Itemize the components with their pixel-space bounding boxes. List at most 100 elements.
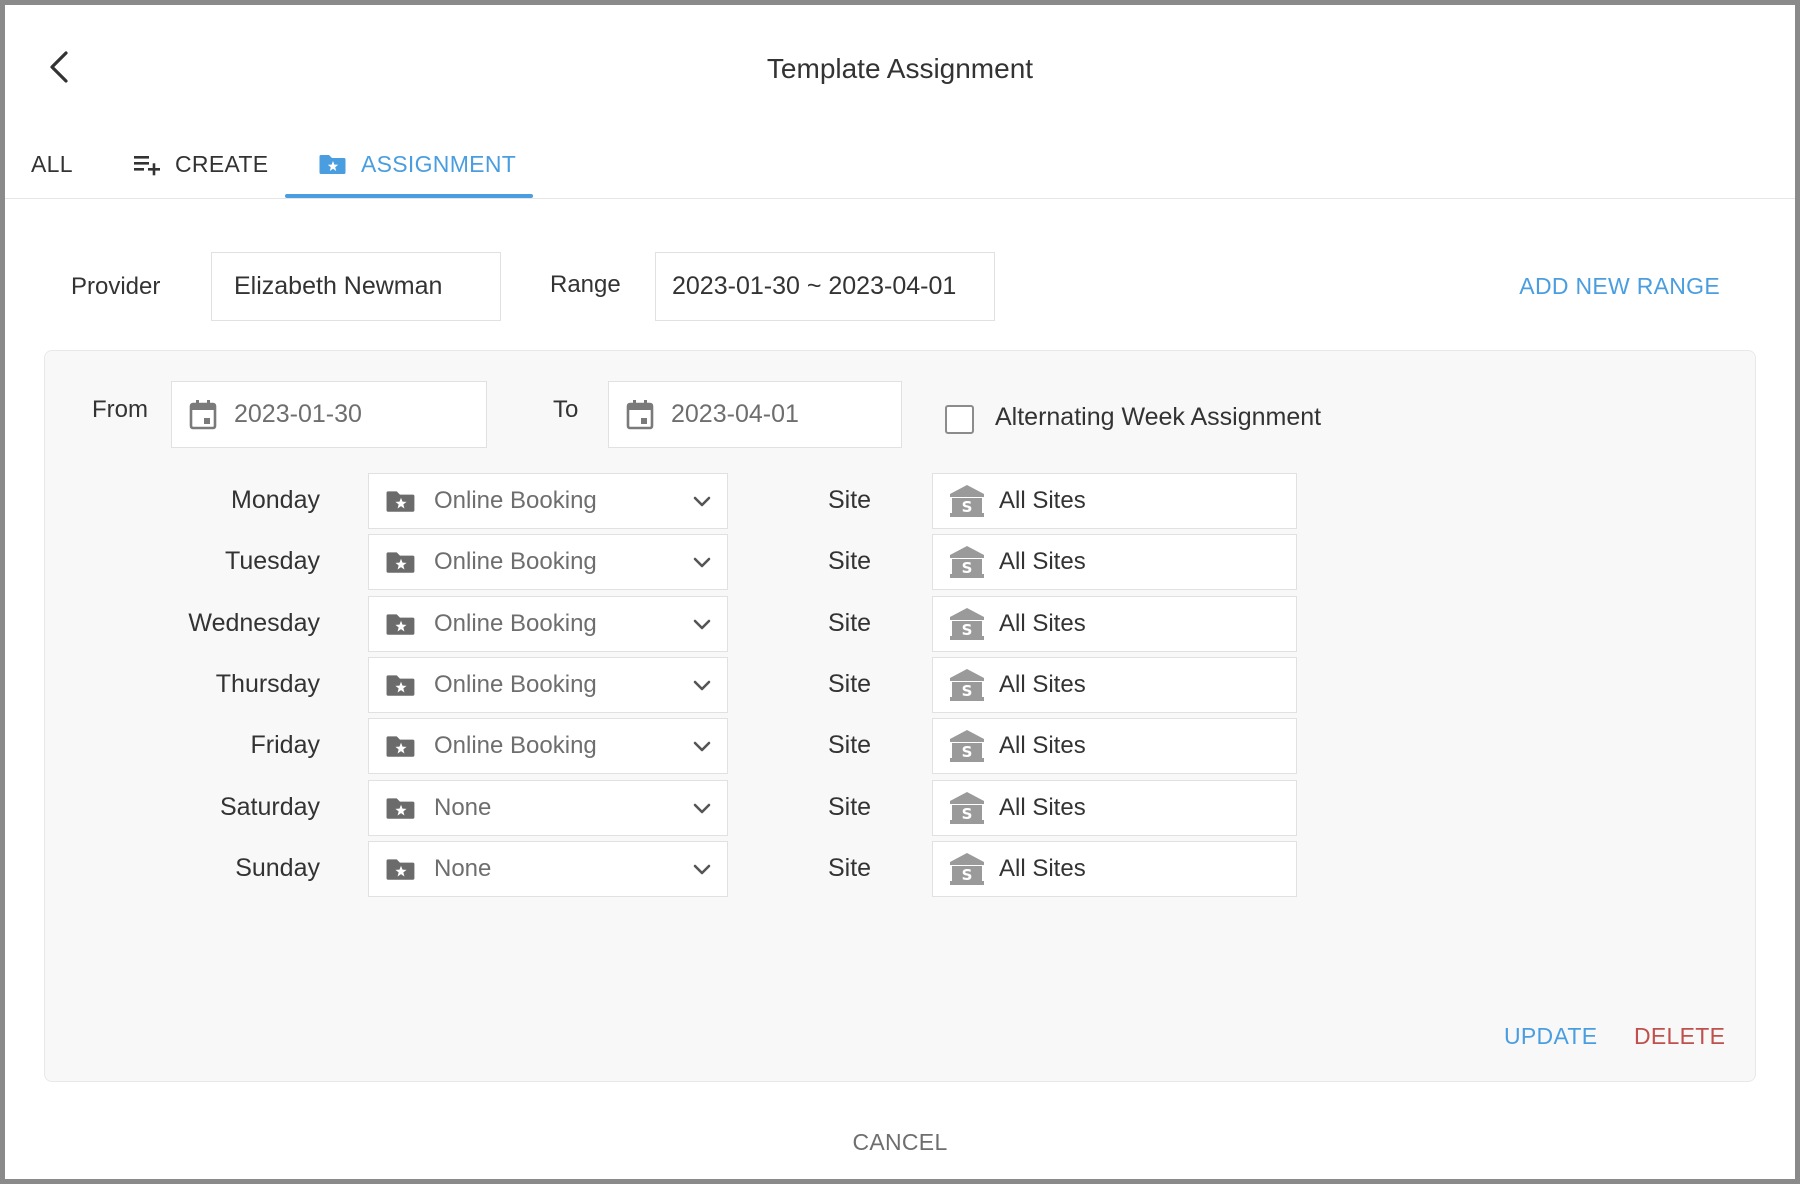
calendar-icon bbox=[626, 400, 654, 430]
day-label: Thursday bbox=[215, 669, 320, 698]
dialog-header: Template Assignment bbox=[5, 5, 1795, 129]
template-value: Online Booking bbox=[434, 548, 597, 576]
site-select[interactable]: S All Sites bbox=[932, 473, 1297, 529]
folder-star-icon bbox=[386, 797, 415, 819]
site-building-icon: S bbox=[950, 791, 984, 824]
site-value: All Sites bbox=[999, 732, 1086, 760]
range-label: Range bbox=[550, 271, 621, 298]
provider-field[interactable]: Elizabeth Newman bbox=[211, 252, 501, 321]
site-select[interactable]: S All Sites bbox=[932, 779, 1297, 836]
chevron-down-icon bbox=[693, 803, 711, 813]
site-select[interactable]: S All Sites bbox=[932, 840, 1297, 897]
alternating-week-label: Alternating Week Assignment bbox=[995, 403, 1322, 431]
site-label: Site bbox=[828, 731, 872, 760]
day-label: Monday bbox=[231, 486, 320, 514]
folder-star-icon bbox=[386, 675, 415, 696]
template-select[interactable]: Online Booking bbox=[368, 595, 728, 652]
day-row-monday: Monday Online Booking Site S All Sites bbox=[45, 473, 1755, 529]
tab-assignment[interactable]: ASSIGNMENT bbox=[319, 129, 516, 199]
day-row-saturday: Saturday None Site S All Sites bbox=[45, 779, 1755, 836]
site-label: Site bbox=[828, 608, 872, 637]
site-select[interactable]: S All Sites bbox=[932, 656, 1297, 713]
day-label: Wednesday bbox=[188, 608, 320, 637]
chevron-down-icon bbox=[693, 680, 711, 691]
template-value: None bbox=[434, 854, 492, 882]
template-select[interactable]: None bbox=[368, 840, 728, 897]
template-value: Online Booking bbox=[434, 487, 597, 514]
site-value: All Sites bbox=[999, 487, 1086, 514]
tab-create[interactable]: CREATE bbox=[133, 129, 268, 199]
tab-label: ALL bbox=[31, 150, 73, 177]
from-date-value: 2023-01-30 bbox=[234, 400, 362, 428]
day-label: Saturday bbox=[219, 792, 320, 821]
site-building-icon: S bbox=[950, 730, 984, 763]
provider-value: Elizabeth Newman bbox=[234, 272, 443, 300]
cancel-button[interactable]: CANCEL bbox=[852, 1129, 947, 1155]
chevron-down-icon bbox=[693, 864, 711, 875]
update-button[interactable]: UPDATE bbox=[1504, 1023, 1597, 1050]
folder-star-icon bbox=[319, 155, 346, 174]
cancel-area: CANCEL bbox=[5, 1129, 1795, 1156]
day-label: Tuesday bbox=[225, 547, 320, 576]
tab-bar: ALL CREATE ASSIGNMENT bbox=[5, 129, 1795, 199]
alternating-week-checkbox[interactable] bbox=[945, 405, 974, 434]
site-value: All Sites bbox=[999, 670, 1086, 698]
site-building-icon: S bbox=[950, 668, 984, 701]
dialog-title: Template Assignment bbox=[766, 53, 1034, 84]
template-select[interactable]: Online Booking bbox=[368, 718, 728, 775]
tab-label: CREATE bbox=[175, 150, 269, 177]
tab-label: ASSIGNMENT bbox=[361, 150, 517, 177]
calendar-icon bbox=[189, 400, 217, 430]
to-label: To bbox=[553, 396, 579, 423]
folder-star-icon bbox=[386, 859, 415, 880]
site-label: Site bbox=[828, 547, 872, 576]
active-tab-indicator bbox=[285, 194, 533, 198]
site-building-icon: S bbox=[950, 546, 984, 579]
site-label: Site bbox=[828, 669, 872, 698]
chevron-down-icon bbox=[693, 619, 711, 629]
chevron-down-icon bbox=[693, 741, 711, 752]
folder-star-icon bbox=[386, 736, 415, 757]
site-value: All Sites bbox=[999, 793, 1086, 821]
template-value: Online Booking bbox=[434, 609, 597, 637]
day-row-sunday: Sunday None Site S All Sites bbox=[45, 840, 1755, 897]
template-value: Online Booking bbox=[434, 732, 597, 760]
range-select[interactable]: 2023-01-30 ~ 2023-04-01 bbox=[655, 252, 995, 321]
folder-star-icon bbox=[386, 491, 415, 512]
folder-star-icon bbox=[386, 613, 415, 635]
site-label: Site bbox=[828, 486, 872, 514]
day-label: Sunday bbox=[235, 853, 320, 882]
delete-button[interactable]: DELETE bbox=[1634, 1023, 1725, 1050]
add-new-range-button[interactable]: ADD NEW RANGE bbox=[1519, 273, 1720, 300]
template-select[interactable]: Online Booking bbox=[368, 656, 728, 713]
site-value: All Sites bbox=[999, 609, 1086, 637]
day-row-friday: Friday Online Booking Site S All Sites bbox=[45, 718, 1755, 775]
svg-text:S: S bbox=[962, 866, 973, 884]
folder-star-icon bbox=[386, 552, 415, 574]
to-date-value: 2023-04-01 bbox=[671, 400, 799, 428]
svg-text:S: S bbox=[962, 682, 973, 700]
tab-all[interactable]: ALL bbox=[31, 129, 73, 199]
template-select[interactable]: Online Booking bbox=[368, 534, 728, 591]
range-value: 2023-01-30 ~ 2023-04-01 bbox=[672, 272, 957, 300]
svg-text:S: S bbox=[962, 805, 973, 823]
svg-text:S: S bbox=[962, 621, 973, 639]
template-value: None bbox=[434, 793, 492, 821]
site-value: All Sites bbox=[999, 854, 1086, 882]
range-detail-panel: From 2023-01-30 To 2023-04-01 Alternatin… bbox=[44, 350, 1756, 1082]
site-select[interactable]: S All Sites bbox=[932, 595, 1297, 652]
playlist-add-icon bbox=[134, 156, 160, 176]
day-label: Friday bbox=[250, 731, 320, 760]
site-building-icon: S bbox=[950, 485, 984, 517]
from-date-input[interactable]: 2023-01-30 bbox=[171, 381, 487, 448]
day-row-wednesday: Wednesday Online Booking Site S All Site… bbox=[45, 595, 1755, 652]
template-select[interactable]: None bbox=[368, 779, 728, 836]
template-select[interactable]: Online Booking bbox=[368, 473, 728, 529]
to-date-input[interactable]: 2023-04-01 bbox=[608, 381, 902, 448]
site-label: Site bbox=[828, 792, 872, 821]
site-value: All Sites bbox=[999, 548, 1086, 576]
site-select[interactable]: S All Sites bbox=[932, 718, 1297, 775]
site-select[interactable]: S All Sites bbox=[932, 534, 1297, 591]
chevron-down-icon bbox=[693, 496, 711, 507]
site-building-icon: S bbox=[950, 852, 984, 885]
